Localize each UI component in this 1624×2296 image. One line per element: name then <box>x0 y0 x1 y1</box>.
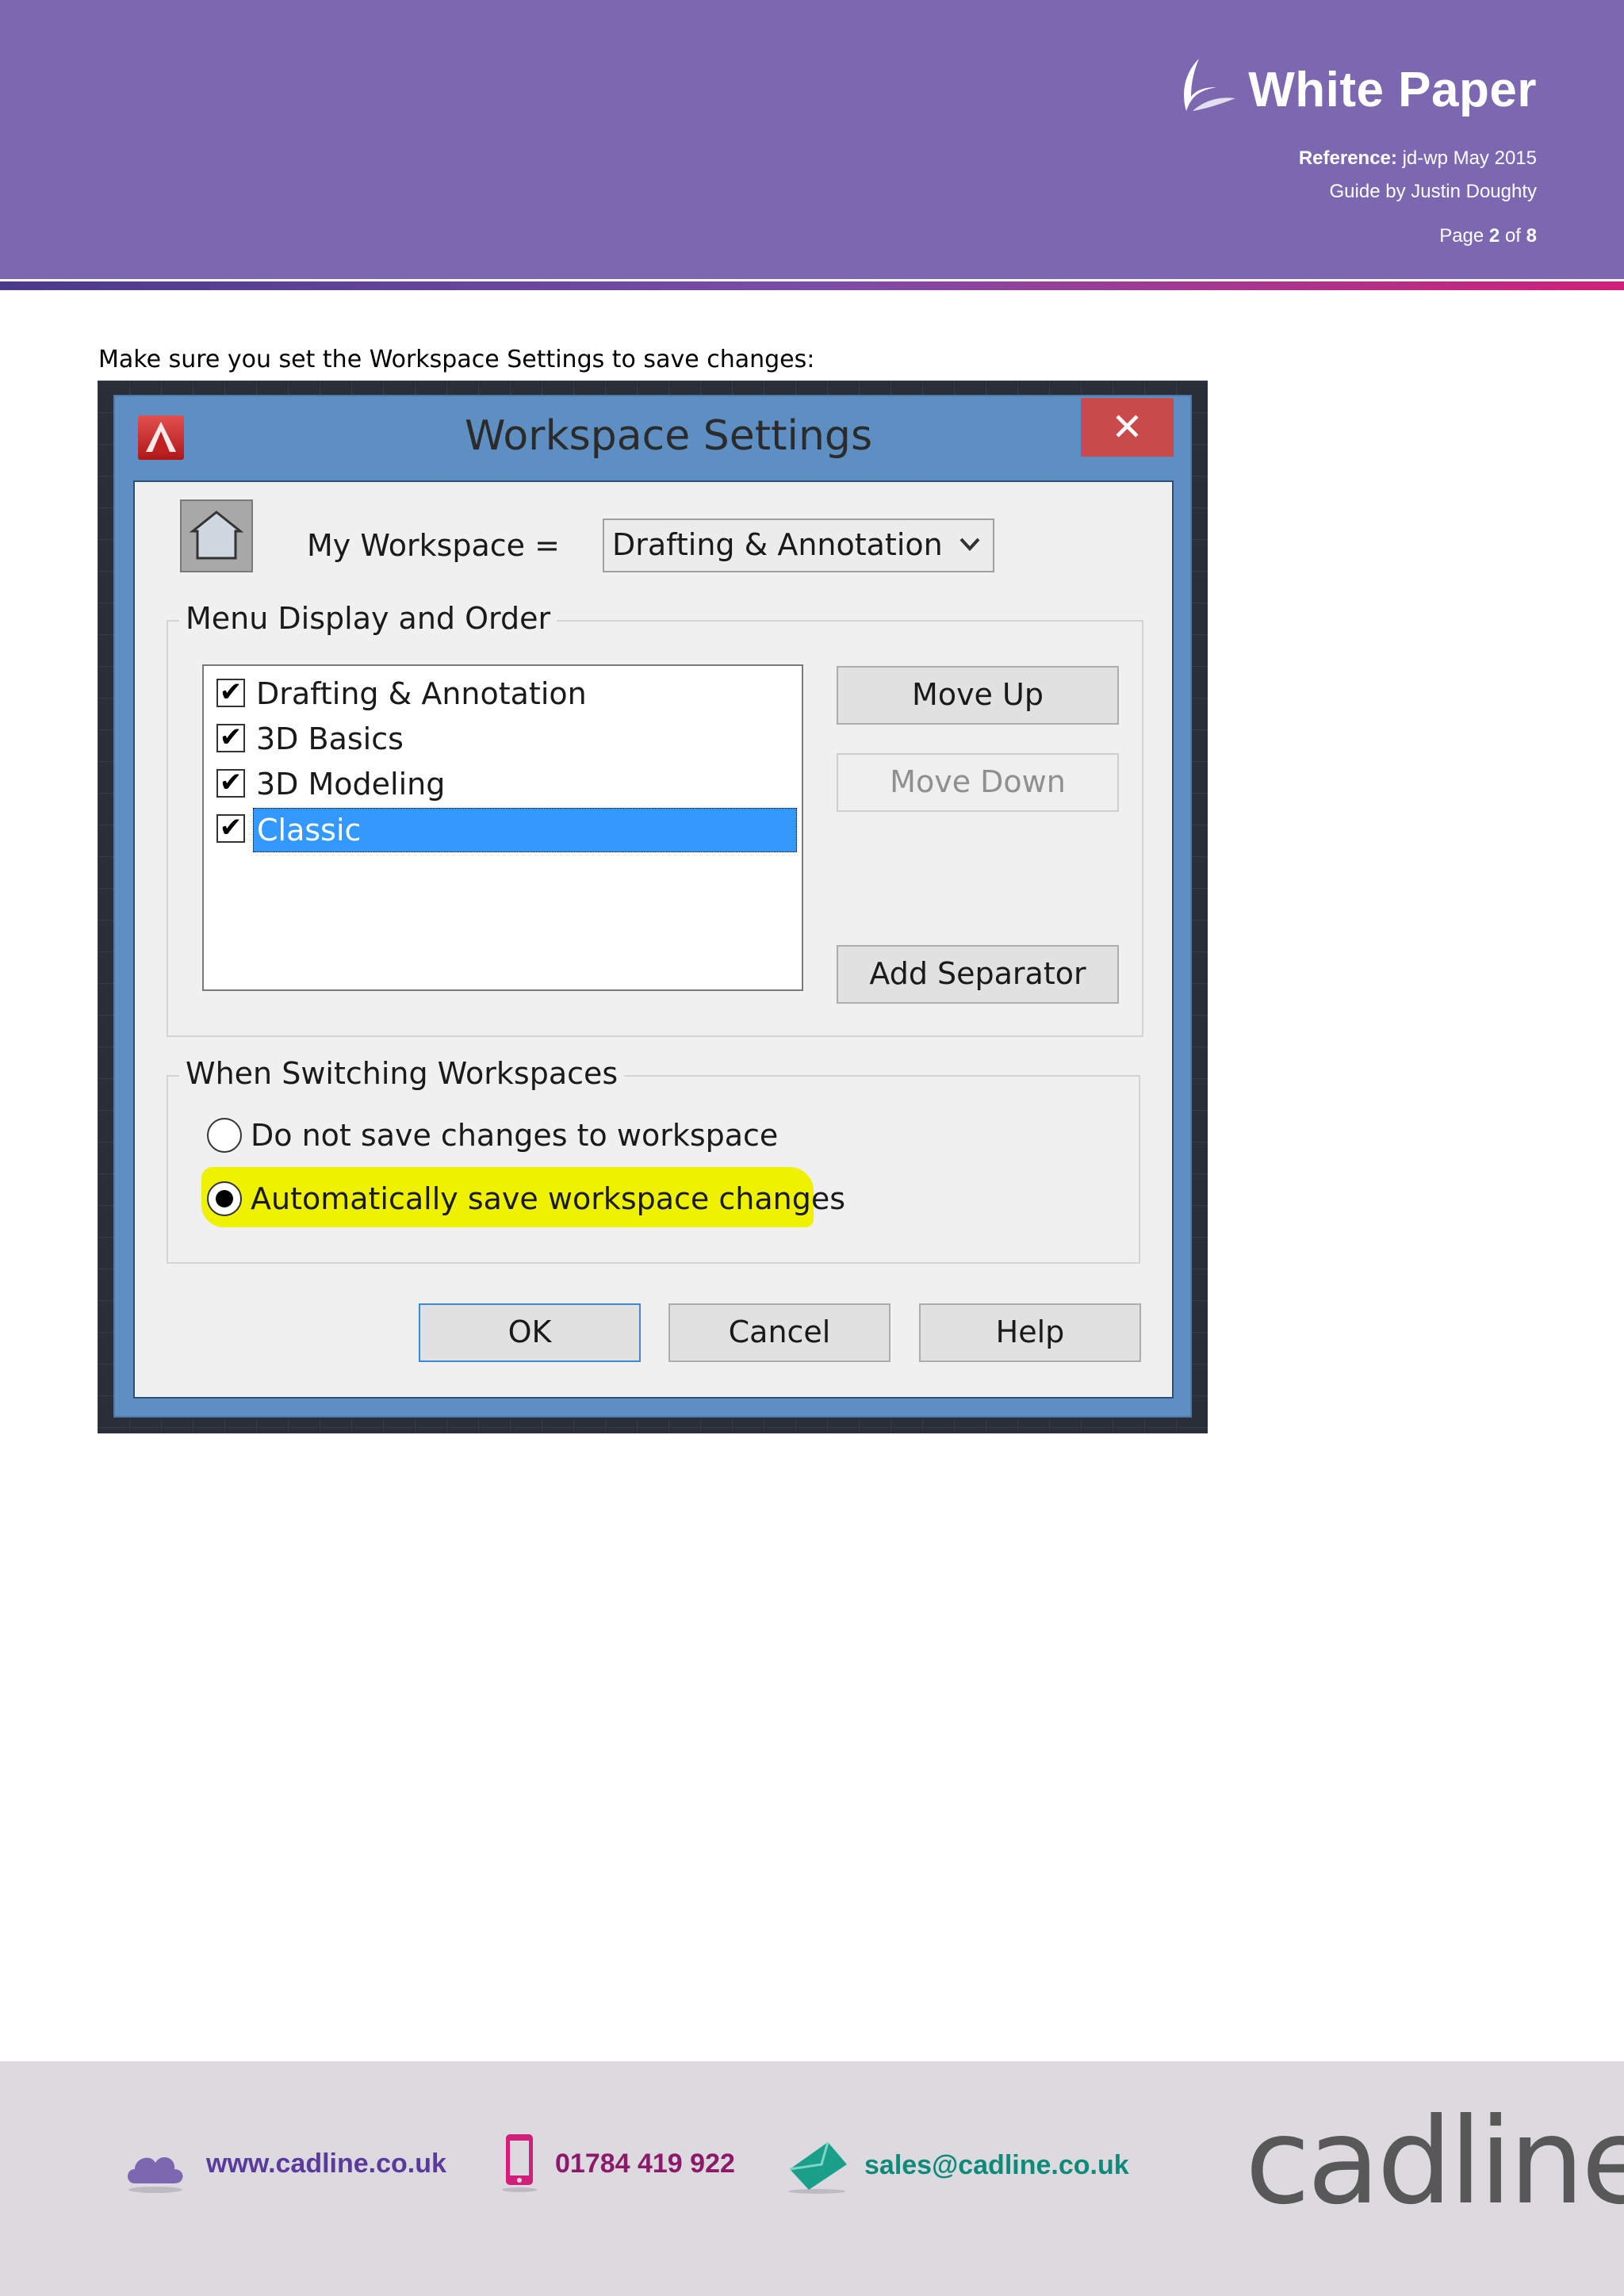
radio-auto-save[interactable] <box>207 1181 242 1216</box>
radio-no-save-label[interactable]: Do not save changes to workspace <box>251 1118 778 1153</box>
checkbox-checked-icon[interactable]: ✔ <box>216 724 245 752</box>
guide-author: Guide by Justin Doughty <box>1329 181 1537 202</box>
move-down-button[interactable]: Move Down <box>837 753 1119 812</box>
workspace-house-icon <box>180 499 253 572</box>
page-header <box>0 0 1624 279</box>
email-link[interactable]: sales@cadline.co.uk <box>864 2150 1129 2181</box>
dialog-title: Workspace Settings <box>465 412 873 460</box>
radio-no-save[interactable] <box>207 1118 242 1153</box>
document-type-title: White Paper <box>1248 63 1537 117</box>
radio-selected-dot <box>216 1190 233 1207</box>
checkbox-checked-icon[interactable]: ✔ <box>216 769 245 798</box>
leaf-logo-icon <box>1184 59 1235 111</box>
intro-text: Make sure you set the Workspace Settings… <box>98 346 815 373</box>
my-workspace-value: Drafting & Annotation <box>612 527 943 562</box>
help-button[interactable]: Help <box>919 1303 1141 1362</box>
chevron-down-icon <box>959 538 980 551</box>
autocad-app-icon <box>138 415 184 460</box>
move-up-button[interactable]: Move Up <box>837 666 1119 725</box>
close-button[interactable]: ✕ <box>1081 398 1174 457</box>
reference-label: Reference: <box>1298 147 1397 169</box>
mobile-phone-icon <box>502 2134 537 2192</box>
header-accent-bar <box>0 281 1624 290</box>
switching-workspaces-group-label: When Switching Workspaces <box>179 1056 625 1091</box>
website-link[interactable]: www.cadline.co.uk <box>206 2149 446 2179</box>
list-item[interactable]: ✔ Drafting & Annotation <box>210 672 797 715</box>
list-item[interactable]: ✔ 3D Basics <box>210 718 797 760</box>
list-item-selected[interactable]: ✔ Classic <box>210 808 797 852</box>
cadline-logo: cadline <box>1245 2093 1624 2231</box>
my-workspace-label: My Workspace = <box>307 528 560 563</box>
ok-button[interactable]: OK <box>419 1303 641 1362</box>
checkbox-checked-icon[interactable]: ✔ <box>216 679 245 707</box>
radio-auto-save-label[interactable]: Automatically save workspace changes <box>251 1181 845 1216</box>
workspace-listbox[interactable]: ✔ Drafting & Annotation ✔ 3D Basics ✔ 3D… <box>202 664 803 991</box>
page-number: Page 2 of 8 <box>1439 225 1537 247</box>
my-workspace-select[interactable]: Drafting & Annotation <box>603 519 994 572</box>
add-separator-button[interactable]: Add Separator <box>837 945 1119 1004</box>
email-envelope-icon <box>788 2141 847 2194</box>
menu-display-group-label: Menu Display and Order <box>179 601 557 636</box>
reference-value: jd-wp May 2015 <box>1396 147 1537 169</box>
checkbox-checked-icon[interactable]: ✔ <box>216 814 245 843</box>
cloud-icon <box>128 2157 183 2193</box>
cancel-button[interactable]: Cancel <box>668 1303 891 1362</box>
phone-link[interactable]: 01784 419 922 <box>555 2149 735 2179</box>
reference-line: Reference: jd-wp May 2015 <box>1299 147 1537 170</box>
list-item[interactable]: ✔ 3D Modeling <box>210 763 797 806</box>
